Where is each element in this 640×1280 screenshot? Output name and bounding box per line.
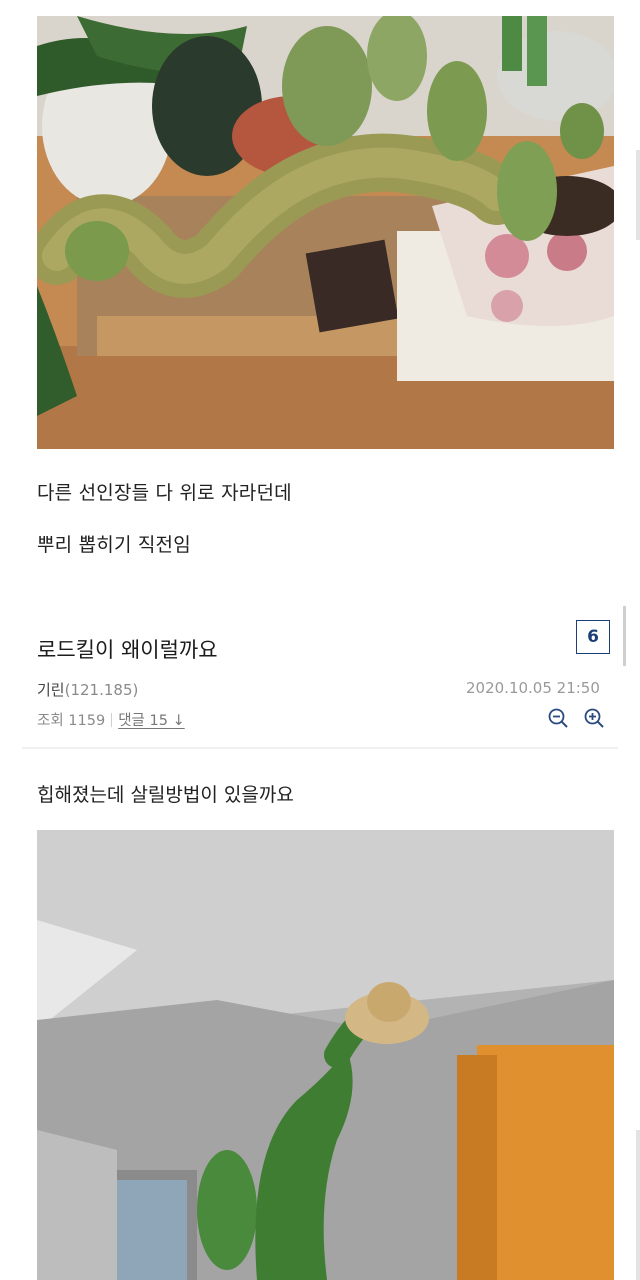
comment-count-label: 댓글 15 <box>118 713 168 729</box>
right-edge-marker <box>636 1130 640 1280</box>
post-image-cacti-shelf[interactable] <box>37 16 614 449</box>
view-count: 조회 1159 <box>37 713 106 729</box>
comment-arrow-icon: ↓ <box>172 713 185 729</box>
post-date: 2020.10.05 21:50 <box>466 679 600 697</box>
post-title[interactable]: 로드킬이 왜이럴까요 <box>37 634 218 664</box>
comment-count-badge[interactable]: 6 <box>576 620 610 654</box>
post-content-text: 힙해졌는데 살릴방법이 있을까요 <box>37 784 294 806</box>
right-edge-marker <box>636 150 640 240</box>
zoom-in-button[interactable] <box>582 706 606 730</box>
post-header-divider <box>22 747 618 749</box>
author-ip: (121.185) <box>64 681 139 699</box>
stats-divider <box>111 712 113 727</box>
author-name: 기린 <box>37 681 65 699</box>
zoom-out-button[interactable] <box>546 706 570 730</box>
post-stats: 조회 1159 댓글 15 ↓ <box>37 709 185 730</box>
previous-post-text-line-2: 뿌리 뽑히기 직전임 <box>37 534 191 556</box>
scrollbar-thumb[interactable] <box>623 606 626 666</box>
post-author[interactable]: 기린(121.185) <box>37 679 138 700</box>
zoom-out-icon <box>548 708 568 728</box>
post-image-cactus-hat[interactable] <box>37 830 614 1280</box>
comment-count-link[interactable]: 댓글 15 ↓ <box>118 709 185 730</box>
zoom-in-icon <box>584 708 604 728</box>
previous-post-text-line-1: 다른 선인장들 다 위로 자라던데 <box>37 482 292 504</box>
